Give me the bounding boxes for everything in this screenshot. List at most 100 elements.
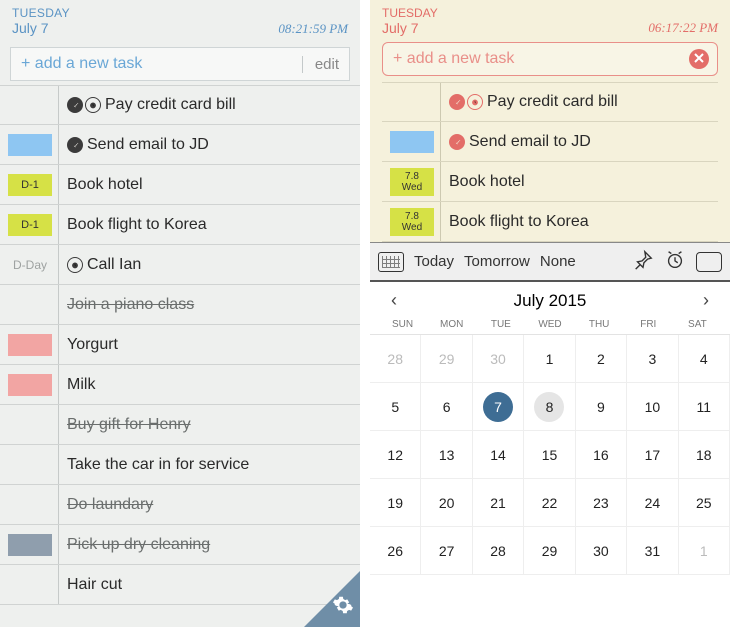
calendar-day[interactable]: 1	[524, 335, 575, 383]
clear-input-button[interactable]	[689, 49, 709, 69]
calendar-day-number: 9	[597, 399, 605, 415]
quick-date-none[interactable]: None	[540, 253, 576, 270]
calendar-day[interactable]: 31	[627, 527, 678, 575]
row-divider	[58, 165, 59, 204]
calendar-day[interactable]: 20	[421, 479, 472, 527]
calendar-day[interactable]: 29	[421, 335, 472, 383]
task-text: Milk	[67, 376, 95, 394]
alarm-toggle[interactable]	[664, 249, 686, 275]
task-tag	[8, 294, 52, 316]
quick-date-today[interactable]: Today	[414, 253, 454, 270]
calendar-day[interactable]: 28	[473, 527, 524, 575]
task-icons	[67, 137, 83, 153]
calendar-day[interactable]: 27	[421, 527, 472, 575]
calendar-day[interactable]: 30	[473, 335, 524, 383]
task-row[interactable]: Milk	[0, 365, 360, 405]
task-row[interactable]: D-1Book hotel	[0, 165, 360, 205]
task-row[interactable]: 7.8WedBook flight to Korea	[382, 202, 718, 242]
pin-toggle[interactable]	[632, 249, 654, 275]
calendar-day[interactable]: 16	[576, 431, 627, 479]
calendar-day[interactable]: 25	[679, 479, 730, 527]
row-divider	[58, 445, 59, 484]
task-text: Pay credit card bill	[105, 96, 236, 114]
calendar-day[interactable]: 5	[370, 383, 421, 431]
chevron-right-icon: ›	[703, 290, 709, 310]
header-weekday: TUESDAY	[382, 6, 438, 20]
calendar-day[interactable]: 19	[370, 479, 421, 527]
row-divider	[58, 405, 59, 444]
calendar-day[interactable]: 9	[576, 383, 627, 431]
task-row[interactable]: Yorgurt	[0, 325, 360, 365]
calendar-day[interactable]: 2	[576, 335, 627, 383]
calendar-day-number: 7	[494, 399, 502, 415]
task-tag	[8, 494, 52, 516]
quick-date-tomorrow[interactable]: Tomorrow	[464, 253, 530, 270]
calendar-day[interactable]: 26	[370, 527, 421, 575]
task-tag	[8, 534, 52, 556]
calendar-day[interactable]: 22	[524, 479, 575, 527]
calendar-day-number: 6	[443, 399, 451, 415]
calendar-day[interactable]: 21	[473, 479, 524, 527]
task-list-panel-cream: TUESDAY July 7 06:17:22 PM + add a new t…	[370, 0, 730, 627]
calendar-day[interactable]: 8	[524, 383, 575, 431]
calendar-day[interactable]: 17	[627, 431, 678, 479]
calendar-day-number: 8	[546, 399, 554, 415]
calendar-day[interactable]: 7	[473, 383, 524, 431]
task-text: Book hotel	[449, 173, 525, 191]
add-task-input[interactable]: + add a new task	[21, 55, 302, 73]
calendar-day[interactable]: 12	[370, 431, 421, 479]
task-tag: D-Day	[8, 254, 52, 276]
calendar-day[interactable]: 18	[679, 431, 730, 479]
row-divider	[58, 245, 59, 284]
task-row[interactable]: Take the car in for service	[0, 445, 360, 485]
keyboard-button[interactable]	[378, 252, 404, 272]
header: TUESDAY July 7 06:17:22 PM	[382, 6, 718, 36]
chevron-left-icon: ‹	[391, 290, 397, 310]
task-row[interactable]: D-1Book flight to Korea	[0, 205, 360, 245]
calendar-day[interactable]: 3	[627, 335, 678, 383]
calendar-day[interactable]: 14	[473, 431, 524, 479]
calendar-day-number: 29	[439, 351, 455, 367]
edit-button[interactable]: edit	[302, 56, 339, 73]
calendar-prev-button[interactable]: ‹	[384, 290, 404, 311]
task-row[interactable]: Do laundary	[0, 485, 360, 525]
row-divider	[440, 122, 441, 161]
calendar-day-number: 18	[696, 447, 712, 463]
task-icons	[67, 257, 83, 273]
calendar-day[interactable]: 24	[627, 479, 678, 527]
task-row[interactable]: Join a piano class	[0, 285, 360, 325]
task-row[interactable]: 7.8WedBook hotel	[382, 162, 718, 202]
calendar-day-number: 5	[391, 399, 399, 415]
settings-button[interactable]	[332, 594, 354, 621]
color-toggle[interactable]	[696, 252, 722, 272]
top-section: TUESDAY July 7 06:17:22 PM + add a new t…	[370, 0, 730, 242]
calendar-day[interactable]: 15	[524, 431, 575, 479]
calendar-day[interactable]: 23	[576, 479, 627, 527]
task-row[interactable]: D-DayCall Ian	[0, 245, 360, 285]
calendar-weekday-label: SAT	[673, 319, 722, 330]
task-row[interactable]: Pick up dry cleaning	[0, 525, 360, 565]
row-divider	[58, 485, 59, 524]
row-divider	[58, 285, 59, 324]
task-row[interactable]: Pay credit card bill	[0, 85, 360, 125]
calendar-day[interactable]: 10	[627, 383, 678, 431]
task-icons	[449, 134, 465, 150]
calendar-day[interactable]: 4	[679, 335, 730, 383]
calendar-next-button[interactable]: ›	[696, 290, 716, 311]
add-task-input[interactable]: + add a new task	[393, 50, 689, 68]
task-row[interactable]: Buy gift for Henry	[0, 405, 360, 445]
task-row[interactable]: Send email to JD	[382, 122, 718, 162]
calendar-day[interactable]: 29	[524, 527, 575, 575]
calendar-day[interactable]: 11	[679, 383, 730, 431]
task-row[interactable]: Pay credit card bill	[382, 82, 718, 122]
calendar-day[interactable]: 1	[679, 527, 730, 575]
task-row[interactable]: Send email to JD	[0, 125, 360, 165]
calendar-day[interactable]: 28	[370, 335, 421, 383]
calendar-day-number: 1	[700, 543, 708, 559]
calendar-day[interactable]: 6	[421, 383, 472, 431]
task-text: Yorgurt	[67, 336, 118, 354]
add-task-row: + add a new task edit	[10, 47, 350, 81]
calendar-day[interactable]: 13	[421, 431, 472, 479]
calendar-day[interactable]: 30	[576, 527, 627, 575]
task-text: Take the car in for service	[67, 456, 249, 474]
